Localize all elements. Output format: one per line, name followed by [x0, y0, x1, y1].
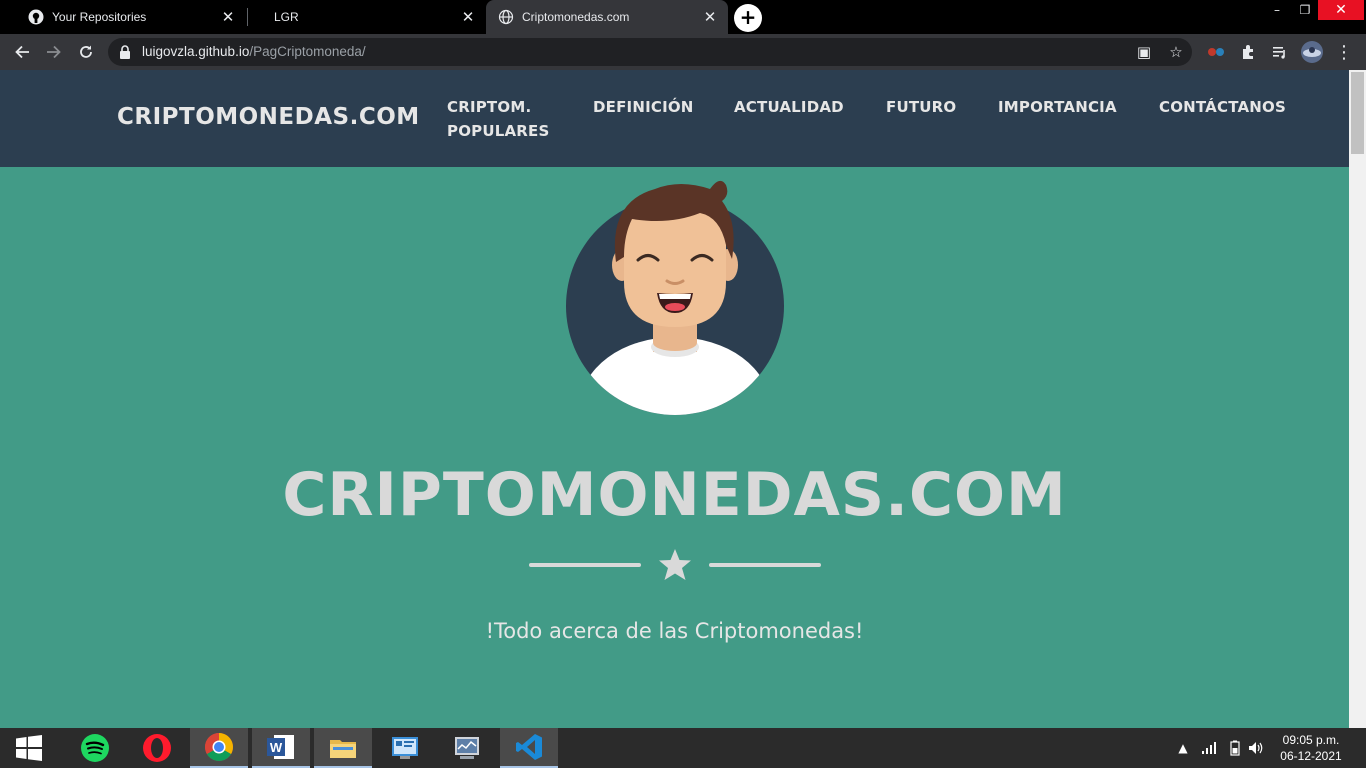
control-panel-icon [392, 737, 418, 759]
new-tab-button[interactable]: + [734, 4, 762, 32]
vscode-icon [516, 734, 542, 760]
chrome-icon [205, 733, 233, 761]
divider-line-left [529, 563, 641, 567]
forward-arrow-icon [47, 45, 61, 59]
back-arrow-icon [15, 45, 29, 59]
close-window-button[interactable]: ✕ [1318, 0, 1364, 20]
tab-lgr[interactable]: LGR ✕ [248, 0, 486, 34]
nav-link-definicion[interactable]: DEFINICIÓN [593, 95, 694, 119]
nav-label-line1: CRIPTOM. [447, 98, 532, 116]
extension-icon[interactable] [1202, 38, 1230, 66]
nav-link-importancia[interactable]: IMPORTANCIA [998, 95, 1117, 119]
clock-date: 06-12-2021 [1280, 749, 1342, 763]
install-app-icon[interactable]: ▣ [1134, 42, 1154, 62]
hero-title: CRIPTOMONEDAS.COM [282, 460, 1067, 530]
url-host: luigovzla.github.io [142, 44, 250, 59]
nav-link-contactanos[interactable]: CONTÁCTANOS [1159, 95, 1286, 119]
url-path: /PagCriptomoneda/ [249, 44, 366, 59]
star-icon [659, 549, 691, 580]
globe-icon [498, 9, 514, 25]
hero-subtitle: !Todo acerca de las Criptomonedas! [485, 619, 864, 643]
browser-menu-icon[interactable]: ⋮ [1330, 38, 1358, 66]
file-explorer-icon [330, 740, 356, 758]
show-hidden-icons-button[interactable]: ▲ [1175, 728, 1191, 768]
system-monitor-icon [455, 737, 479, 759]
bookmark-star-icon[interactable]: ☆ [1166, 42, 1186, 62]
back-button[interactable] [8, 38, 36, 66]
url-text: luigovzla.github.io/PagCriptomoneda/ [142, 44, 366, 59]
spotify-icon [81, 734, 109, 762]
divider-line-right [709, 563, 821, 567]
media-control-icon[interactable] [1266, 38, 1294, 66]
site-navbar: CRIPTOMONEDAS.COM CRIPTOM. POPULARES DEF… [0, 70, 1349, 167]
close-tab-icon[interactable]: ✕ [458, 7, 478, 27]
start-icon [16, 735, 42, 761]
clock-time: 09:05 p.m. [1282, 733, 1340, 747]
browser-tab-bar: Your Repositories ✕ LGR ✕ Criptomonedas.… [0, 0, 1366, 34]
close-tab-icon[interactable]: ✕ [218, 7, 238, 27]
scrollbar-thumb[interactable] [1351, 72, 1364, 154]
taskbar-file-explorer[interactable] [314, 728, 372, 768]
restore-window-button[interactable]: ❐ [1290, 0, 1320, 20]
reload-icon [80, 45, 92, 58]
opera-icon [143, 734, 171, 762]
svg-text:W: W [270, 740, 283, 755]
start-button[interactable] [0, 728, 58, 768]
taskbar-opera[interactable] [128, 728, 186, 768]
taskbar-chrome[interactable] [190, 728, 248, 768]
extensions-puzzle-icon[interactable] [1234, 38, 1262, 66]
word-icon: W [267, 735, 294, 759]
reload-button[interactable] [72, 38, 100, 66]
nav-link-futuro[interactable]: FUTURO [886, 95, 956, 119]
web-page: CRIPTOMONEDAS.COM CRIPTOM. POPULARES DEF… [0, 70, 1366, 728]
volume-icon[interactable] [1246, 728, 1266, 768]
minimize-window-button[interactable]: – [1262, 0, 1292, 20]
address-bar[interactable]: luigovzla.github.io/PagCriptomoneda/ ▣ ☆ [108, 38, 1192, 66]
taskbar-system-monitor[interactable] [438, 728, 496, 768]
system-clock[interactable]: 09:05 p.m. 06-12-2021 [1276, 732, 1346, 764]
tab-criptomonedas[interactable]: Criptomonedas.com ✕ [486, 0, 728, 34]
browser-toolbar: luigovzla.github.io/PagCriptomoneda/ ▣ ☆… [0, 34, 1366, 70]
taskbar-vscode[interactable] [500, 728, 558, 768]
tab-title: Criptomonedas.com [522, 10, 630, 24]
nav-label-line2: POPULARES [447, 122, 550, 140]
nav-link-criptomonedas-populares[interactable]: CRIPTOM. POPULARES [447, 95, 550, 143]
nav-link-actualidad[interactable]: ACTUALIDAD [734, 95, 844, 119]
tab-your-repositories[interactable]: Your Repositories ✕ [8, 0, 246, 34]
close-tab-icon[interactable]: ✕ [700, 7, 720, 27]
network-signal-icon[interactable] [1200, 728, 1218, 768]
profile-avatar-icon[interactable] [1298, 38, 1326, 66]
forward-button[interactable] [40, 38, 68, 66]
lock-icon [120, 45, 130, 59]
battery-icon[interactable] [1226, 728, 1244, 768]
windows-taskbar: W ▲ 09:05 p.m. 06-12-2021 [0, 728, 1366, 768]
tab-title: Your Repositories [52, 10, 147, 24]
taskbar-spotify[interactable] [66, 728, 124, 768]
scrollbar-track[interactable] [1349, 70, 1366, 728]
taskbar-control-panel[interactable] [376, 728, 434, 768]
site-brand-link[interactable]: CRIPTOMONEDAS.COM [117, 104, 420, 130]
avatar-illustration [566, 180, 784, 415]
github-icon [28, 9, 44, 25]
taskbar-word[interactable]: W [252, 728, 310, 768]
tab-title: LGR [274, 10, 299, 24]
